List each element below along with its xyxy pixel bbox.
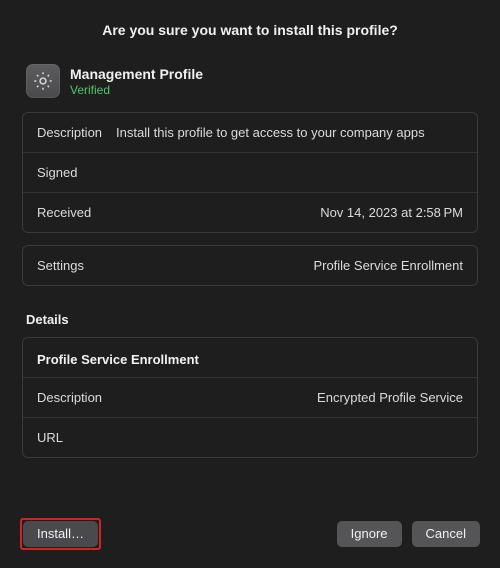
profile-name: Management Profile — [70, 66, 203, 82]
gear-icon — [26, 64, 60, 98]
received-label: Received — [37, 205, 91, 220]
dialog-content: Management Profile Verified Description … — [0, 56, 500, 504]
settings-label: Settings — [37, 258, 84, 273]
details-row-description: Description Encrypted Profile Service — [23, 377, 477, 417]
description-label: Description — [37, 125, 102, 140]
install-highlight: Install… — [20, 518, 101, 550]
info-row-received: Received Nov 14, 2023 at 2:58 PM — [23, 192, 477, 232]
details-description-label: Description — [37, 390, 102, 405]
settings-panel: Settings Profile Service Enrollment — [22, 245, 478, 286]
profile-header: Management Profile Verified — [22, 56, 478, 112]
dialog-footer: Install… Ignore Cancel — [0, 504, 500, 568]
profile-status: Verified — [70, 83, 203, 97]
dialog-title: Are you sure you want to install this pr… — [20, 22, 480, 38]
info-row-signed: Signed — [23, 152, 477, 192]
info-row-description: Description Install this profile to get … — [23, 113, 477, 152]
ignore-button[interactable]: Ignore — [337, 521, 402, 547]
settings-row: Settings Profile Service Enrollment — [23, 246, 477, 285]
cancel-button[interactable]: Cancel — [412, 521, 480, 547]
details-row-url: URL — [23, 417, 477, 457]
signed-label: Signed — [37, 165, 77, 180]
details-header: Details — [22, 298, 478, 337]
install-button[interactable]: Install… — [23, 521, 98, 547]
details-url-label: URL — [37, 430, 63, 445]
received-value: Nov 14, 2023 at 2:58 PM — [105, 205, 463, 220]
profile-titles: Management Profile Verified — [70, 66, 203, 97]
dialog-header: Are you sure you want to install this pr… — [0, 0, 500, 56]
info-panel: Description Install this profile to get … — [22, 112, 478, 233]
description-value: Install this profile to get access to yo… — [116, 125, 463, 140]
install-profile-dialog: Are you sure you want to install this pr… — [0, 0, 500, 568]
settings-value: Profile Service Enrollment — [98, 258, 463, 273]
details-description-value: Encrypted Profile Service — [116, 390, 463, 405]
details-group-title: Profile Service Enrollment — [23, 338, 477, 377]
details-panel: Profile Service Enrollment Description E… — [22, 337, 478, 458]
